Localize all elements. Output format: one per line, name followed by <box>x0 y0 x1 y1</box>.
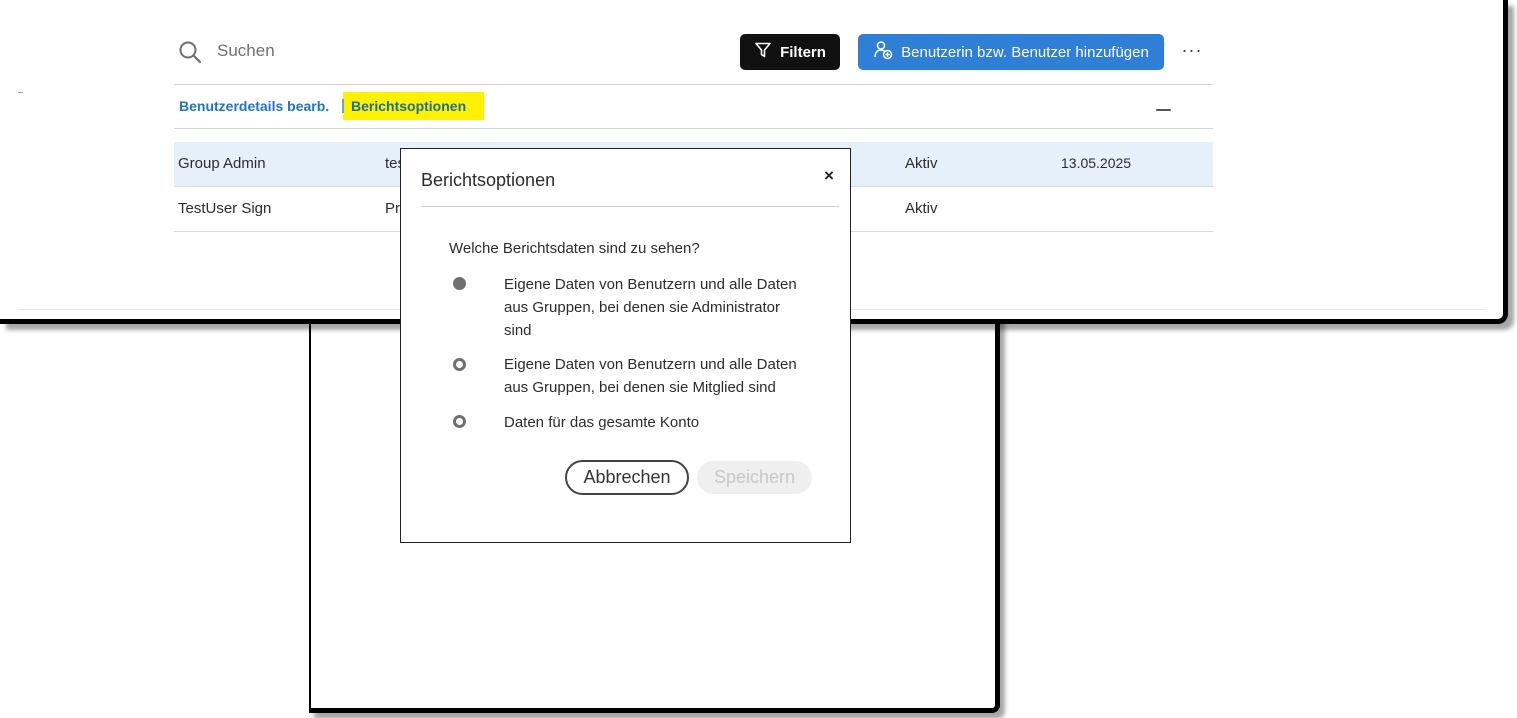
user-name-cell: Group Admin <box>178 155 266 172</box>
dialog-divider <box>421 206 839 207</box>
user-email-cell: Pr <box>385 200 400 217</box>
filter-icon <box>754 41 772 63</box>
search-icon[interactable] <box>178 40 202 64</box>
link-separator: | <box>341 97 345 114</box>
panel-edge-mark <box>18 92 23 93</box>
radio-option-whole-account[interactable] <box>453 415 466 428</box>
add-user-button[interactable]: Benutzerin bzw. Benutzer hinzufügen <box>858 34 1164 70</box>
dialog-question: Welche Berichtsdaten sind zu sehen? <box>449 240 700 257</box>
close-icon[interactable]: × <box>824 166 834 186</box>
search-input[interactable]: Suchen <box>217 41 275 61</box>
more-options-icon[interactable]: ··· <box>1180 40 1204 64</box>
radio-option-admin-groups[interactable] <box>453 277 466 290</box>
toolbar-divider <box>174 84 1213 85</box>
add-user-icon <box>873 40 893 64</box>
report-options-link[interactable]: Berichtsoptionen <box>351 98 466 114</box>
edit-user-details-link[interactable]: Benutzerdetails bearb. <box>179 98 329 114</box>
radio-option-label[interactable]: Eigene Daten von Benutzern und alle Date… <box>504 353 804 399</box>
save-button[interactable]: Speichern <box>697 461 812 494</box>
add-user-button-label: Benutzerin bzw. Benutzer hinzufügen <box>901 43 1149 61</box>
report-options-dialog: Berichtsoptionen × Welche Berichtsdaten … <box>400 148 851 543</box>
collapsed-indicator <box>1156 109 1171 111</box>
user-date-cell: 13.05.2025 <box>1061 155 1132 171</box>
radio-option-member-groups[interactable] <box>453 358 466 371</box>
radio-option-label[interactable]: Eigene Daten von Benutzern und alle Date… <box>504 273 804 342</box>
header-divider <box>174 128 1213 129</box>
filter-button[interactable]: Filtern <box>740 34 840 70</box>
user-name-cell: TestUser Sign <box>178 200 272 217</box>
filter-button-label: Filtern <box>780 43 826 61</box>
search-icon-graphic <box>179 41 202 64</box>
user-status-cell: Aktiv <box>905 200 938 217</box>
radio-option-label[interactable]: Daten für das gesamte Konto <box>504 411 804 434</box>
dialog-title: Berichtsoptionen <box>421 170 556 190</box>
cancel-button[interactable]: Abbrechen <box>565 460 689 495</box>
user-status-cell: Aktiv <box>905 155 938 172</box>
